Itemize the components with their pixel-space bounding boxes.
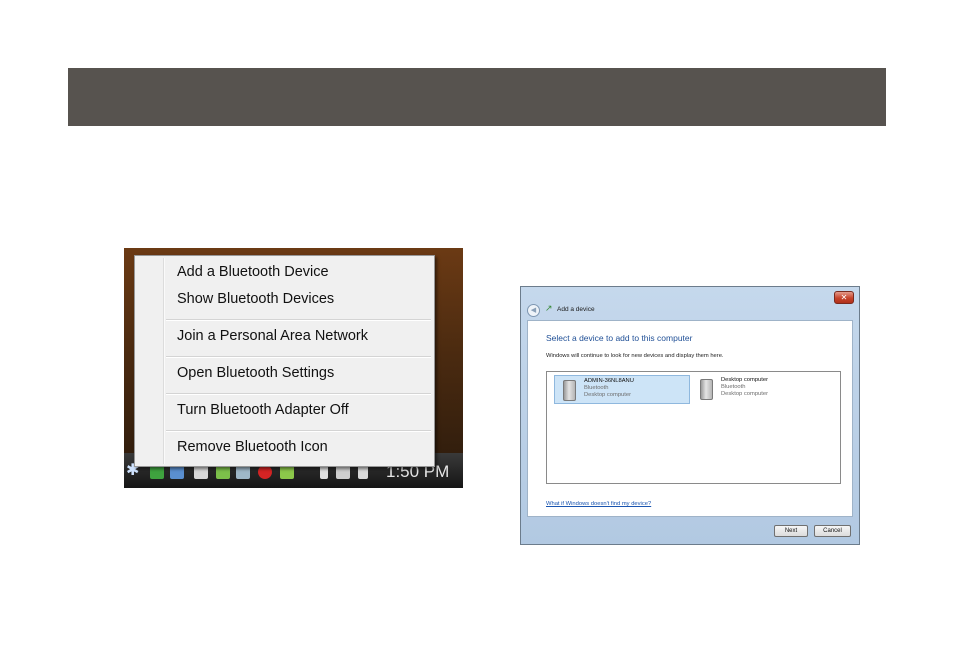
tray-security-icon[interactable] <box>194 465 208 479</box>
device-name: ADMIN-36NL8ANU <box>584 378 634 384</box>
tray-update-icon[interactable] <box>280 465 294 479</box>
back-arrow-icon[interactable]: ◀ <box>527 304 540 317</box>
menu-gutter <box>163 258 165 464</box>
device-type: Bluetooth <box>584 385 609 391</box>
menu-separator <box>166 393 431 395</box>
menu-item-turn-bluetooth-adapter-off[interactable]: Turn Bluetooth Adapter Off <box>177 402 349 418</box>
menu-item-join-personal-area-network[interactable]: Join a Personal Area Network <box>177 328 368 344</box>
dialog-subtext: Windows will continue to look for new de… <box>546 353 724 359</box>
menu-item-open-bluetooth-settings[interactable]: Open Bluetooth Settings <box>177 365 334 381</box>
bluetooth-tray-screenshot: ✱ 1:50 PM Add a Bluetooth Device Show Bl… <box>124 248 463 488</box>
menu-item-add-bluetooth-device[interactable]: Add a Bluetooth Device <box>177 264 329 280</box>
tray-volume-icon[interactable] <box>358 465 368 479</box>
tray-shield-icon[interactable] <box>150 465 164 479</box>
desktop-computer-icon <box>700 379 713 400</box>
tray-app-icon[interactable] <box>216 465 230 479</box>
add-device-icon: ↗ <box>545 304 553 314</box>
dialog-heading: Select a device to add to this computer <box>546 333 693 343</box>
device-item-desktop-computer[interactable]: Desktop computer Bluetooth Desktop compu… <box>692 375 828 404</box>
close-icon[interactable]: ✕ <box>834 291 854 304</box>
device-name: Desktop computer <box>721 377 769 383</box>
menu-item-show-bluetooth-devices[interactable]: Show Bluetooth Devices <box>177 291 334 307</box>
menu-item-remove-bluetooth-icon[interactable]: Remove Bluetooth Icon <box>177 439 328 455</box>
menu-separator <box>166 430 431 432</box>
tray-display-icon[interactable] <box>236 465 250 479</box>
tray-network-icon[interactable] <box>170 465 184 479</box>
next-button[interactable]: Next <box>774 525 808 537</box>
tray-antivirus-icon[interactable] <box>258 465 272 479</box>
tray-network-disconnected-icon[interactable] <box>336 465 350 479</box>
add-device-dialog: ✕ ◀ ↗ Add a device Select a device to ad… <box>520 286 860 545</box>
device-category: Desktop computer <box>721 391 769 397</box>
menu-separator <box>166 356 431 358</box>
menu-separator <box>166 319 431 321</box>
bluetooth-context-menu: Add a Bluetooth Device Show Bluetooth De… <box>134 255 435 467</box>
cancel-button[interactable]: Cancel <box>814 525 851 537</box>
tray-battery-icon[interactable] <box>320 465 328 479</box>
header-banner <box>68 68 886 126</box>
device-type: Bluetooth <box>721 384 746 390</box>
device-item-admin[interactable]: ADMIN-36NL8ANU Bluetooth Desktop compute… <box>554 375 690 404</box>
dialog-title: Add a device <box>557 306 595 313</box>
desktop-computer-icon <box>563 380 576 401</box>
dialog-content: Select a device to add to this computer … <box>527 320 853 517</box>
device-list[interactable]: ADMIN-36NL8ANU Bluetooth Desktop compute… <box>546 371 841 484</box>
device-category: Desktop computer <box>584 392 632 398</box>
help-link[interactable]: What if Windows doesn't find my device? <box>546 501 651 507</box>
